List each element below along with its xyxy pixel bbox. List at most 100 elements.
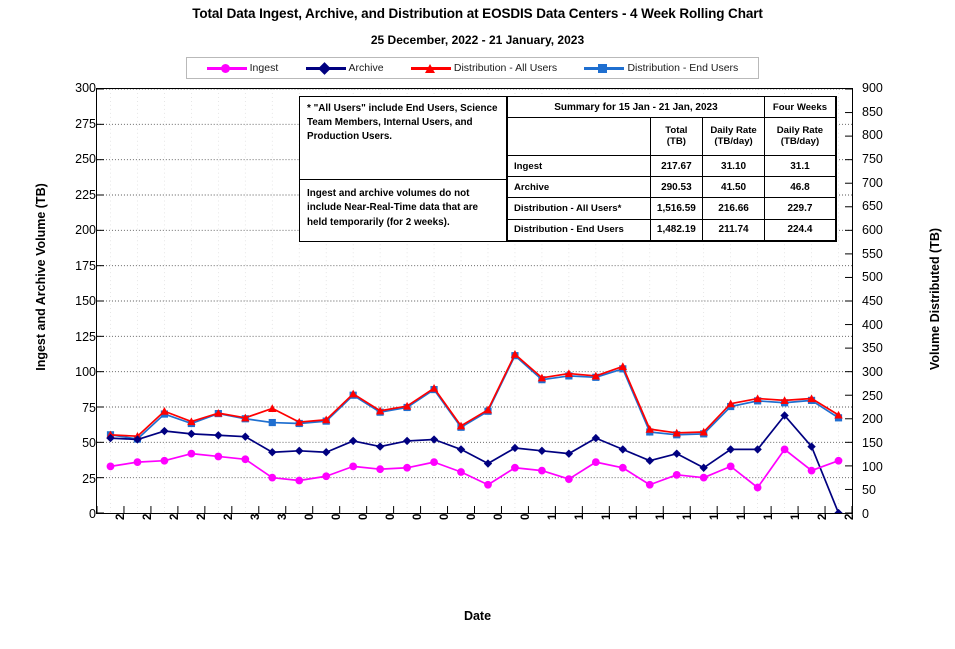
data-point (375, 442, 385, 451)
y-tick-right: 650 (862, 199, 883, 214)
data-point (214, 452, 223, 461)
legend-triangle-icon (410, 62, 451, 74)
y-tick-left: 50 (82, 436, 96, 450)
data-point (106, 462, 115, 471)
data-point (483, 459, 493, 468)
y-tick-left: 225 (75, 187, 96, 202)
series-line (109, 354, 840, 440)
table-row: Distribution - All Users* 1,516.59 216.66 2… (508, 197, 837, 220)
y-axis-title-right: Volume Distributed (TB) (928, 227, 942, 371)
cell-fw-daily-rate: 31.1 (763, 154, 837, 178)
chart-legend: Ingest Archive Distribution - All Users Dis… (186, 57, 759, 79)
data-point (726, 462, 735, 471)
y-tick-right: 250 (862, 388, 883, 403)
y-tick-left: 25 (82, 471, 96, 486)
series-archive (106, 411, 843, 513)
data-point (753, 483, 762, 492)
summary-table: Summary for 15 Jan - 21 Jan, 2023 Four We… (507, 96, 837, 242)
data-point (537, 446, 547, 455)
data-point (457, 468, 465, 476)
y-tick-left: 125 (75, 329, 96, 344)
data-point (268, 418, 276, 427)
data-point (538, 466, 546, 475)
data-point (268, 473, 277, 482)
y-tick-left: 275 (75, 116, 96, 131)
legend-diamond-icon (305, 62, 346, 75)
col-header-blank (508, 117, 651, 156)
y-tick-left: 75 (82, 400, 96, 415)
y-tick-right: 750 (862, 152, 883, 166)
data-point (429, 435, 439, 444)
cell-daily-rate: 211.74 (702, 218, 765, 242)
col-header-total: Total (TB) (649, 117, 704, 156)
series-distribution-all-users (106, 350, 843, 440)
data-point (430, 458, 438, 467)
legend-item-archive[interactable]: Archive (305, 62, 384, 75)
y-tick-right: 800 (862, 128, 883, 143)
cell-daily-rate: 31.10 (702, 154, 765, 178)
y-tick-right: 350 (862, 341, 883, 356)
legend-circle-icon (206, 62, 247, 74)
legend-item-distribution-all-users[interactable]: Distribution - All Users (410, 62, 557, 74)
cell-daily-rate: 216.66 (702, 197, 765, 220)
table-row-header-top: Summary for 15 Jan - 21 Jan, 2023 Four We… (508, 97, 837, 118)
data-point (349, 462, 358, 471)
notes-box: * "All Users" include End Users, Science… (299, 96, 507, 242)
series-ingest (106, 445, 843, 492)
data-point (322, 472, 331, 481)
cell-daily-rate: 41.50 (702, 176, 765, 199)
data-point (484, 480, 492, 489)
legend-item-distribution-end-users[interactable]: Distribution - End Users (584, 62, 738, 74)
y-tick-right: 550 (862, 246, 883, 261)
data-point (241, 455, 250, 464)
data-point (376, 465, 385, 474)
data-point (564, 475, 573, 483)
cell-total: 217.67 (649, 154, 704, 178)
data-point (402, 436, 412, 446)
data-point (403, 463, 411, 472)
y-tick-left: 300 (75, 81, 96, 95)
series-distribution-end-users (106, 352, 843, 443)
data-point (322, 448, 331, 457)
series-line (109, 353, 840, 438)
cell-fw-daily-rate: 224.4 (763, 218, 837, 242)
chart-page: Total Data Ingest, Archive, and Distribu… (0, 0, 955, 649)
table-row: Ingest 217.67 31.10 31.1 (508, 154, 837, 178)
y-tick-right: 100 (862, 459, 883, 474)
legend-square-icon (584, 62, 625, 74)
row-label: Distribution - All Users* (508, 197, 651, 220)
data-point (510, 443, 520, 453)
summary-period-header: Summary for 15 Jan - 21 Jan, 2023 (508, 97, 765, 118)
cell-total: 1,482.19 (649, 218, 704, 242)
note-nrt: Ingest and archive volumes do not includ… (300, 179, 506, 241)
data-point (187, 429, 196, 439)
data-point (295, 476, 304, 485)
y-tick-right: 50 (862, 483, 876, 498)
y-tick-right: 850 (862, 104, 883, 119)
y-tick-left: 0 (89, 507, 96, 521)
y-tick-right: 0 (862, 507, 869, 521)
data-point (618, 463, 627, 472)
y-tick-right: 500 (862, 270, 883, 285)
data-point (834, 456, 843, 465)
data-point (780, 445, 789, 454)
y-tick-left: 250 (75, 152, 96, 166)
cell-total: 290.53 (649, 176, 704, 199)
y-tick-left: 100 (75, 365, 96, 379)
y-tick-right: 700 (862, 175, 883, 190)
data-point (348, 436, 358, 446)
data-point (511, 463, 519, 472)
legend-item-ingest[interactable]: Ingest (206, 62, 278, 74)
data-point (618, 445, 627, 454)
data-point (268, 448, 277, 457)
data-point (564, 449, 574, 458)
table-row: Distribution - End Users 1,482.19 211.74 22… (508, 218, 837, 242)
data-point (133, 458, 142, 467)
data-point (807, 466, 816, 475)
y-tick-right: 200 (862, 412, 883, 427)
data-point (456, 445, 466, 454)
data-point (214, 431, 223, 440)
data-point (591, 433, 601, 443)
data-point (187, 449, 196, 458)
data-point (672, 449, 681, 458)
